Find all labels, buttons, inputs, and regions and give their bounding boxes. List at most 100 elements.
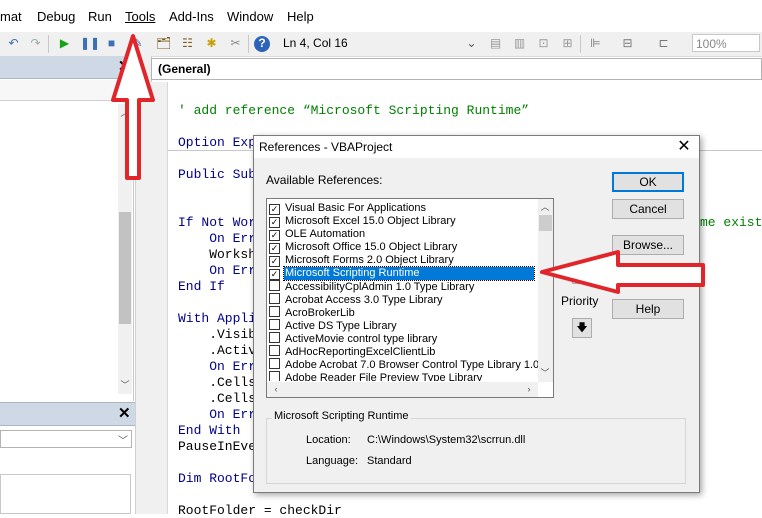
list-item[interactable]: ✓ Microsoft Excel 15.0 Object Library (269, 215, 537, 228)
code-line[interactable]: Public Sub (178, 167, 256, 182)
project-explorer[interactable] (0, 79, 134, 401)
indent-icon[interactable]: ▤ (488, 36, 503, 51)
references-list[interactable]: ✓ Visual Basic For Applications ✓ Microsof… (266, 198, 554, 398)
checkbox[interactable] (269, 306, 280, 317)
list-item[interactable]: AccessibilityCplAdmin 1.0 Type Library (269, 280, 537, 293)
list-item[interactable]: AdHocReportingExcelClientLib (269, 345, 537, 358)
menu-format[interactable]: mat (0, 9, 22, 24)
code-line[interactable]: With Appli (178, 311, 256, 326)
cancel-button[interactable]: Cancel (612, 199, 684, 219)
zoom-box[interactable]: 100% (692, 34, 760, 52)
list-item[interactable]: ✓ Visual Basic For Applications (269, 202, 537, 215)
redo-icon[interactable]: ↷ (28, 36, 43, 51)
code-line[interactable]: .Activ (178, 343, 256, 358)
checkbox[interactable] (269, 345, 280, 356)
ok-button[interactable]: OK (612, 172, 684, 192)
checkbox[interactable] (269, 319, 280, 330)
code-line[interactable]: Option Exp (178, 135, 256, 150)
toolbar-options-icon[interactable]: ⌄ (464, 36, 479, 51)
checkbox[interactable] (269, 280, 280, 291)
list-vertical-scrollbar[interactable]: ︿ ﹀ (538, 199, 553, 382)
properties-object-combo[interactable]: ﹀ (0, 430, 132, 448)
reset-icon[interactable]: ■ (104, 36, 119, 51)
object-dropdown[interactable]: (General) (151, 58, 762, 80)
scroll-up-icon[interactable]: ︿ (538, 200, 552, 214)
code-line[interactable]: .Visib (178, 327, 256, 342)
align-left-icon[interactable]: ⊫ (588, 36, 603, 51)
scroll-left-icon[interactable]: ‹ (269, 382, 283, 396)
code-line[interactable]: On Err (178, 263, 256, 278)
center-icon[interactable]: ⊟ (620, 36, 635, 51)
code-line[interactable]: ' add reference “Microsoft Scripting Run… (178, 103, 529, 118)
properties-grid[interactable] (0, 474, 131, 514)
checkbox[interactable] (269, 293, 280, 304)
code-line[interactable]: If Not Wor (178, 215, 256, 230)
menu-tools[interactable]: Tools (125, 9, 155, 24)
code-line[interactable]: On Err (178, 231, 256, 246)
run-icon[interactable]: ▶ (57, 36, 72, 51)
code-line[interactable]: Worksh (178, 247, 256, 262)
pane-splitter[interactable] (135, 56, 152, 514)
scrollbar-thumb[interactable] (539, 215, 552, 231)
list-item[interactable]: ✓ Microsoft Office 15.0 Object Library (269, 241, 537, 254)
list-horizontal-scrollbar[interactable]: ‹ › (267, 382, 538, 397)
code-line[interactable]: On Err (178, 407, 256, 422)
checkbox[interactable] (269, 332, 280, 343)
menu-help[interactable]: Help (287, 9, 314, 24)
menu-run[interactable]: Run (88, 9, 112, 24)
list-item[interactable]: ✓ OLE Automation (269, 228, 537, 241)
code-line[interactable]: Dim RootFo (178, 471, 256, 486)
list-item-selected[interactable]: ✓ Microsoft Scripting Runtime (269, 266, 537, 281)
checkbox[interactable]: ✓ (269, 256, 280, 267)
close-icon[interactable]: ✕ (118, 57, 131, 75)
size-icon[interactable]: ⊞ (560, 36, 575, 51)
checkbox[interactable]: ✓ (269, 217, 280, 228)
break-icon[interactable]: ❚❚ (80, 36, 100, 51)
priority-up-button[interactable]: 🡅 (572, 264, 592, 284)
menu-add-ins[interactable]: Add-Ins (169, 9, 214, 24)
list-item[interactable]: ActiveMovie control type library (269, 332, 537, 345)
list-item[interactable]: Adobe Reader File Preview Type Library (269, 371, 537, 381)
scroll-down-icon[interactable]: ﹀ (538, 366, 552, 380)
properties-icon[interactable]: ☷ (180, 36, 195, 51)
checkbox[interactable]: ✓ (269, 243, 280, 254)
code-line[interactable]: RootFolder = checkDir (178, 503, 342, 518)
scrollbar-thumb[interactable] (119, 212, 131, 324)
project-explorer-icon[interactable]: 🗂 (156, 36, 171, 51)
code-line[interactable]: .Cells (178, 375, 256, 390)
menu-debug[interactable]: Debug (37, 9, 75, 24)
list-item[interactable]: Adobe Acrobat 7.0 Browser Control Type L… (269, 358, 539, 371)
code-line[interactable]: End With (178, 423, 240, 438)
checkbox[interactable] (269, 371, 280, 381)
priority-down-button[interactable]: 🡇 (572, 318, 592, 338)
list-item[interactable]: ✓ Microsoft Forms 2.0 Object Library (269, 254, 537, 267)
code-line[interactable]: PauseInEve (178, 439, 256, 454)
code-line[interactable]: .Cells (178, 391, 256, 406)
toolbox-icon[interactable]: ✂ (228, 36, 243, 51)
list-item[interactable]: AcroBrokerLib (269, 306, 537, 319)
checkbox[interactable] (269, 358, 280, 369)
menu-window[interactable]: Window (227, 9, 273, 24)
design-mode-icon[interactable]: ✎ (130, 36, 145, 51)
align-icon[interactable]: ⊡ (536, 36, 551, 51)
checkbox[interactable]: ✓ (269, 269, 280, 280)
code-line-fragment[interactable]: me exist (700, 215, 762, 230)
checkbox[interactable]: ✓ (269, 230, 280, 241)
code-line[interactable]: End If (178, 279, 225, 294)
close-icon[interactable]: ✕ (118, 404, 131, 422)
scroll-up-icon[interactable]: ︿ (118, 106, 132, 120)
close-icon[interactable]: ✕ (674, 137, 694, 157)
list-item[interactable]: Active DS Type Library (269, 319, 537, 332)
browse-button[interactable]: Browse... (612, 235, 684, 255)
checkbox[interactable]: ✓ (269, 204, 280, 215)
undo-icon[interactable]: ↶ (6, 36, 21, 51)
help-icon[interactable]: ? (254, 36, 270, 52)
list-item[interactable]: Acrobat Access 3.0 Type Library (269, 293, 537, 306)
scroll-right-icon[interactable]: › (522, 382, 536, 396)
make-same-size-icon[interactable]: ⊏ (656, 36, 671, 51)
help-button[interactable]: Help (612, 299, 684, 319)
scroll-down-icon[interactable]: ﹀ (118, 378, 132, 392)
object-browser-icon[interactable]: ✱ (204, 36, 219, 51)
code-line[interactable]: On Err (178, 359, 256, 374)
outdent-icon[interactable]: ▥ (512, 36, 527, 51)
